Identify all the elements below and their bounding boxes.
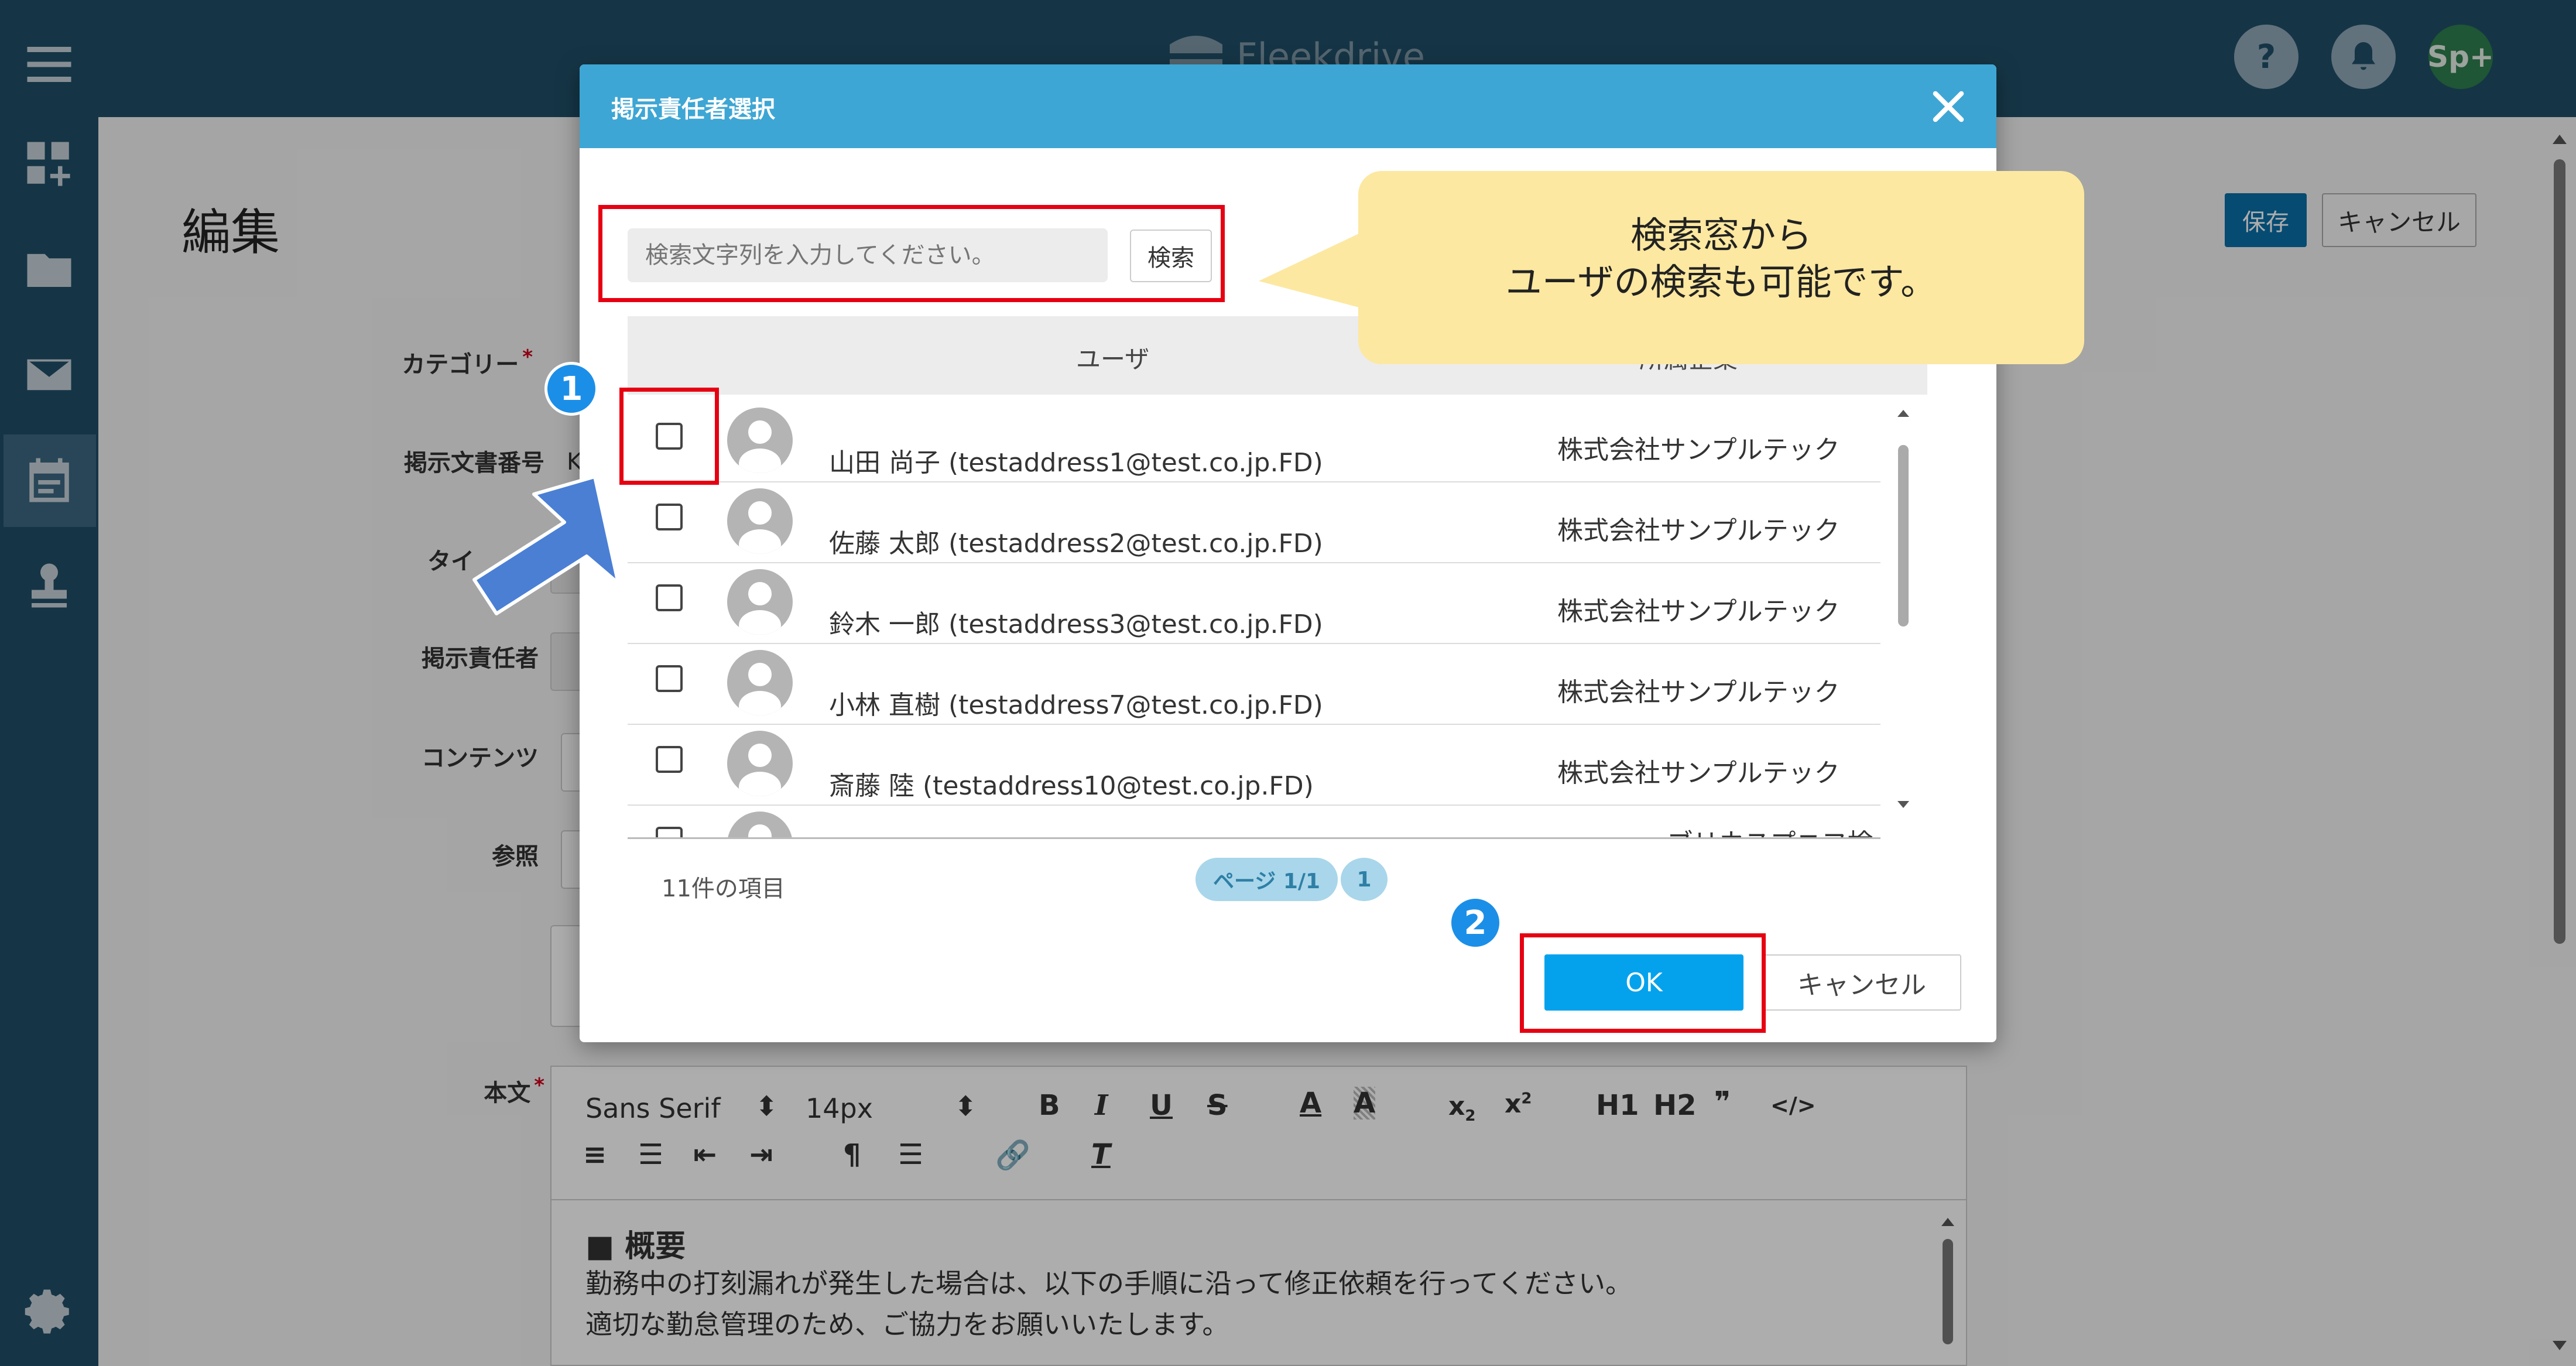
search-highlight-box (598, 205, 1225, 302)
step-2-badge: 2 (1448, 896, 1502, 950)
user-avatar-icon (727, 731, 793, 796)
table-row[interactable]: 佐藤 太郎 (testaddress2@test.co.jp.FD) 株式会社サ… (628, 481, 1880, 563)
step-1-badge: 1 (544, 362, 598, 416)
user-company: 株式会社サンプルテック (1557, 758, 1840, 788)
page-number-button[interactable]: 1 (1341, 858, 1388, 901)
user-name: 鈴木 一郎 (testaddress3@test.co.jp.FD) (829, 610, 1323, 639)
callout-line-2: ユーザの検索も可能です。 (1505, 261, 1937, 303)
callout-tail (1259, 228, 1370, 310)
table-row[interactable]: 山田 尚子 (testaddress1@test.co.jp.FD) 株式会社サ… (628, 400, 1880, 482)
dialog-header: 掲示責任者選択 (580, 64, 1996, 148)
user-avatar-icon (727, 569, 793, 635)
callout-line-1: 検索窓から (1630, 214, 1812, 256)
user-name: 山田 尚子 (testaddress1@test.co.jp.FD) (829, 448, 1323, 478)
page-indicator: ページ 1/1 (1195, 858, 1338, 901)
user-avatar-icon (727, 812, 793, 837)
table-row[interactable]: 鈴木 一郎 (testaddress3@test.co.jp.FD) 株式会社サ… (628, 562, 1880, 644)
table-row[interactable]: 小林 直樹 (testaddress7@test.co.jp.FD) 株式会社サ… (628, 643, 1880, 725)
user-avatar-icon (727, 650, 793, 715)
row-checkbox[interactable] (656, 584, 683, 611)
pointer-arrow-icon (472, 475, 620, 615)
user-company: 株式会社サンプルテック (1557, 435, 1840, 465)
user-avatar-icon (727, 488, 793, 554)
row-checkbox[interactable] (656, 665, 683, 692)
row-checkbox[interactable] (656, 504, 683, 530)
row-checkbox[interactable] (656, 827, 683, 837)
dialog-cancel-button[interactable]: キャンセル (1762, 954, 1961, 1011)
column-header-user[interactable]: ユーザ (1076, 340, 1149, 375)
tip-callout: 検索窓から ユーザの検索も可能です。 (1358, 171, 2084, 364)
item-count: 11件の項目 (662, 875, 785, 902)
table-row[interactable]: 斎藤 陸 (testaddress10@test.co.jp.FD) 株式会社サ… (628, 724, 1880, 806)
table-row-partial[interactable]: ・・・ ーブリウスプニフ検証 (628, 804, 1880, 839)
user-company-partial: ・・・ ーブリウスプニフ検証 (1557, 822, 1880, 837)
user-name: 小林 直樹 (testaddress7@test.co.jp.FD) (829, 690, 1323, 720)
close-icon[interactable] (1926, 84, 1971, 129)
user-name: 斎藤 陸 (testaddress10@test.co.jp.FD) (829, 771, 1314, 801)
user-company: 株式会社サンプルテック (1557, 677, 1840, 707)
ok-highlight-box (1520, 933, 1766, 1033)
user-name: 佐藤 太郎 (testaddress2@test.co.jp.FD) (829, 529, 1323, 559)
user-company: 株式会社サンプルテック (1557, 597, 1840, 626)
table-scrollbar-thumb[interactable] (1898, 445, 1909, 626)
dialog-title: 掲示責任者選択 (611, 96, 775, 123)
row-checkbox[interactable] (656, 746, 683, 773)
user-company: 株式会社サンプルテック (1557, 516, 1840, 546)
user-avatar-icon (727, 408, 793, 473)
